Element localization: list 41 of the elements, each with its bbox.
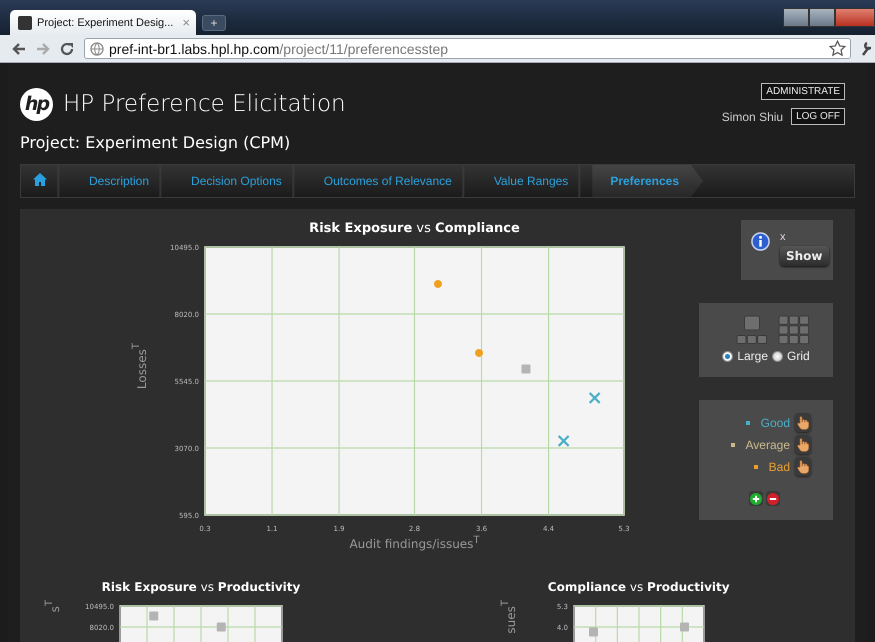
wrench-icon[interactable]: [861, 40, 871, 56]
data-point: [475, 348, 484, 357]
info-icon[interactable]: [751, 232, 770, 251]
legend-label: Bad: [768, 460, 790, 474]
tab-title: Project: Experiment Desig...: [37, 16, 174, 28]
legend-label: Good: [760, 416, 790, 430]
user-name: Simon Shiu: [722, 110, 784, 124]
reload-icon[interactable]: [60, 42, 74, 56]
log-off-button[interactable]: LOG OFF: [791, 108, 845, 125]
chart-title: Compliance vs Productivity: [548, 579, 730, 596]
hand-pointer-button[interactable]: [795, 435, 811, 454]
project-title: Project: Experiment Design (CPM): [20, 133, 292, 152]
hp-logo: hp: [20, 88, 53, 120]
chart-title: Risk Exposure vs Compliance: [309, 220, 520, 237]
plus-icon: [750, 492, 762, 504]
new-tab-button[interactable]: +: [202, 15, 226, 31]
address-field[interactable]: pref-int-br1.labs.hpl.hp.com/project/11/preferencesstep: [84, 38, 851, 59]
data-point: [434, 280, 442, 288]
show-button[interactable]: Show: [780, 246, 829, 266]
minus-icon: [767, 492, 779, 504]
star-icon[interactable]: [829, 40, 846, 57]
add-button[interactable]: [749, 491, 763, 506]
layout-radio[interactable]: Large: [722, 349, 768, 363]
remove-button[interactable]: [766, 491, 780, 506]
breadcrumb-tab[interactable]: Preferences: [592, 165, 704, 197]
legend-label: Average: [746, 438, 790, 452]
globe-icon: [90, 42, 104, 56]
browser-tab[interactable]: Project: Experiment Desig... ×: [10, 10, 196, 35]
layout-radio[interactable]: Grid: [772, 349, 810, 363]
data-point: [558, 434, 570, 448]
chart-title: Risk Exposure vs Productivity: [102, 579, 300, 596]
back-icon[interactable]: [12, 42, 26, 56]
window-controls[interactable]: [783, 8, 875, 27]
app-title: HP Preference Elicitation: [63, 91, 346, 117]
hand-pointer-button[interactable]: [795, 413, 811, 432]
x-axis-label: Audit findings/issues$^{T}$: [349, 537, 480, 551]
close-button[interactable]: x: [780, 232, 786, 243]
data-point: [588, 392, 601, 404]
administrate-button[interactable]: ADMINISTRATE: [761, 83, 845, 100]
home-icon: [33, 173, 47, 186]
hand-pointer-button[interactable]: [795, 457, 811, 476]
